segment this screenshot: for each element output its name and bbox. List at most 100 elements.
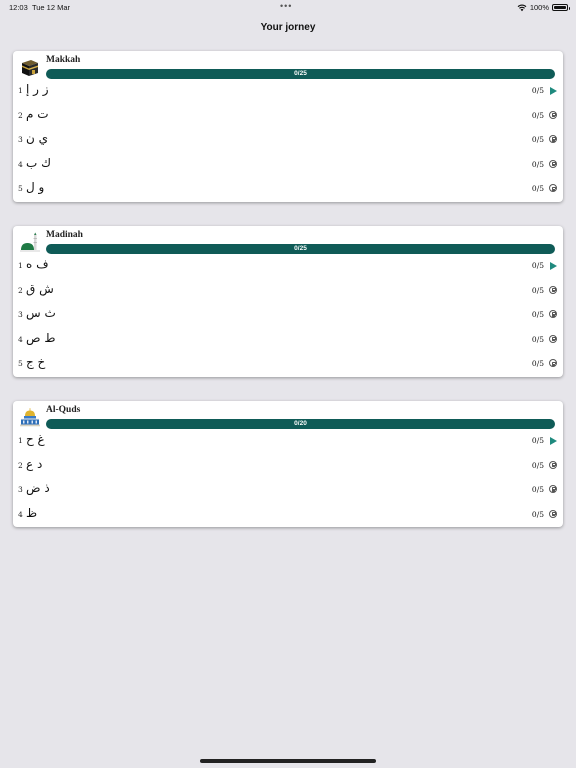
lock-icon (549, 285, 557, 294)
lock-icon (549, 485, 557, 494)
lesson-letters: ش ق (26, 281, 54, 296)
lesson-row[interactable]: 1 ز ر إ 0/5 (13, 79, 563, 104)
progress-text: 0/25 (294, 70, 307, 77)
lesson-row[interactable]: 3 ي ن 0/5 (13, 128, 563, 153)
lesson-letters: ت م (26, 106, 49, 121)
lesson-number: 3 (18, 310, 23, 320)
progress-bar: 0/20 (46, 419, 555, 429)
dome-of-the-rock-icon (20, 408, 40, 427)
lesson-letters: خ ج (26, 355, 46, 370)
lesson-letters: ف ه (26, 257, 49, 271)
progress-bar: 0/25 (46, 69, 555, 79)
lesson-letters: غ ح (26, 432, 45, 446)
lesson-score: 0/5 (531, 159, 544, 169)
city-name: Madinah (46, 230, 83, 240)
status-time: 12:03 Tue 12 Mar (9, 3, 71, 12)
lesson-row[interactable]: 4 ظ 0/5 (13, 503, 563, 528)
progress-bar: 0/25 (46, 244, 555, 254)
lesson-letters: د ع (26, 456, 43, 471)
lesson-letters: ك ب (26, 155, 52, 170)
lock-icon (549, 159, 557, 168)
lesson-number: 4 (18, 159, 23, 169)
play-icon[interactable] (550, 262, 557, 270)
lesson-list: 1 ز ر إ 0/5 2 ت م 0/5 3 ي ن 0/5 4 ك ب 0/… (13, 79, 563, 202)
lesson-letters: ز ر إ (26, 82, 49, 96)
lesson-list: 1 غ ح 0/5 2 د ع 0/5 3 ذ ض 0/5 4 ظ 0/5 (13, 429, 563, 527)
lesson-number: 2 (18, 285, 23, 295)
page-title: Your jorney (260, 22, 316, 33)
lesson-row[interactable]: 2 د ع 0/5 (13, 454, 563, 479)
lesson-score: 0/5 (531, 359, 544, 369)
lesson-number: 5 (18, 359, 23, 369)
lesson-number: 3 (18, 485, 23, 495)
lesson-score: 0/5 (531, 334, 544, 344)
lesson-row[interactable]: 1 غ ح 0/5 (13, 429, 563, 454)
lesson-score: 0/5 (531, 310, 544, 320)
lock-icon (549, 310, 557, 319)
lock-icon (549, 135, 557, 144)
lesson-list: 1 ف ه 0/5 2 ش ق 0/5 3 ث س 0/5 4 ط ص 0/5 … (13, 254, 563, 377)
lesson-number: 1 (18, 86, 23, 95)
lesson-row[interactable]: 2 ش ق 0/5 (13, 279, 563, 304)
city-card-madinah: Madinah 0/25 1 ف ه 0/5 2 ش ق 0/5 3 ث س 0… (13, 226, 563, 377)
mosque-icon (20, 232, 40, 252)
city-name: Al-Quds (46, 405, 81, 415)
lock-icon (549, 184, 557, 193)
lock-icon (549, 334, 557, 343)
status-right: 100% (517, 3, 570, 12)
city-card-al-quds: Al-Quds 0/20 1 غ ح 0/5 2 د ع 0/5 3 ذ ض 0… (13, 401, 563, 528)
battery-icon (552, 4, 570, 11)
battery-percent: 100% (529, 3, 549, 12)
lesson-score: 0/5 (531, 110, 544, 120)
lesson-score: 0/5 (531, 135, 544, 145)
lesson-score: 0/5 (531, 285, 544, 295)
lock-icon (549, 110, 557, 119)
lesson-letters: ظ (26, 505, 38, 520)
lesson-row[interactable]: 5 و ل 0/5 (13, 177, 563, 202)
lock-icon (549, 359, 557, 368)
lesson-score: 0/5 (531, 86, 544, 95)
lesson-letters: ط ص (26, 330, 56, 345)
lesson-row[interactable]: 3 ث س 0/5 (13, 303, 563, 328)
play-icon[interactable] (550, 437, 557, 445)
lesson-letters: و ل (26, 180, 45, 195)
lesson-score: 0/5 (531, 460, 544, 470)
lesson-letters: ذ ض (26, 481, 50, 496)
kaaba-icon (22, 60, 38, 76)
lock-icon (549, 460, 557, 469)
home-indicator[interactable] (200, 759, 376, 763)
lesson-number: 1 (18, 436, 23, 445)
lesson-row[interactable]: 2 ت م 0/5 (13, 104, 563, 129)
lesson-score: 0/5 (531, 436, 544, 445)
card-header: Al-Quds 0/20 (13, 401, 563, 429)
card-header: Madinah 0/25 (13, 226, 563, 254)
lesson-score: 0/5 (531, 509, 544, 519)
multitasking-dots[interactable]: ••• (280, 1, 292, 11)
lesson-number: 4 (18, 334, 23, 344)
lesson-score: 0/5 (531, 485, 544, 495)
wifi-icon (517, 4, 527, 11)
lesson-number: 2 (18, 110, 23, 120)
play-icon[interactable] (550, 87, 557, 95)
lesson-letters: ي ن (26, 131, 49, 146)
lesson-number: 2 (18, 460, 23, 470)
lesson-score: 0/5 (531, 184, 544, 194)
lesson-score: 0/5 (531, 261, 544, 270)
lesson-row[interactable]: 1 ف ه 0/5 (13, 254, 563, 279)
lesson-number: 5 (18, 184, 23, 194)
lesson-row[interactable]: 4 ط ص 0/5 (13, 328, 563, 353)
lesson-letters: ث س (26, 306, 56, 321)
lesson-row[interactable]: 5 خ ج 0/5 (13, 352, 563, 377)
city-name: Makkah (46, 55, 81, 65)
lesson-number: 3 (18, 135, 23, 145)
card-header: Makkah 0/25 (13, 51, 563, 79)
lesson-row[interactable]: 4 ك ب 0/5 (13, 153, 563, 178)
lesson-number: 4 (18, 509, 23, 519)
lesson-number: 1 (18, 261, 23, 270)
lock-icon (549, 509, 557, 518)
progress-text: 0/25 (294, 245, 307, 252)
status-bar: 12:03 Tue 12 Mar ••• 100% (0, 0, 576, 14)
city-card-makkah: Makkah 0/25 1 ز ر إ 0/5 2 ت م 0/5 3 ي ن … (13, 51, 563, 202)
progress-text: 0/20 (294, 420, 307, 427)
lesson-row[interactable]: 3 ذ ض 0/5 (13, 478, 563, 503)
